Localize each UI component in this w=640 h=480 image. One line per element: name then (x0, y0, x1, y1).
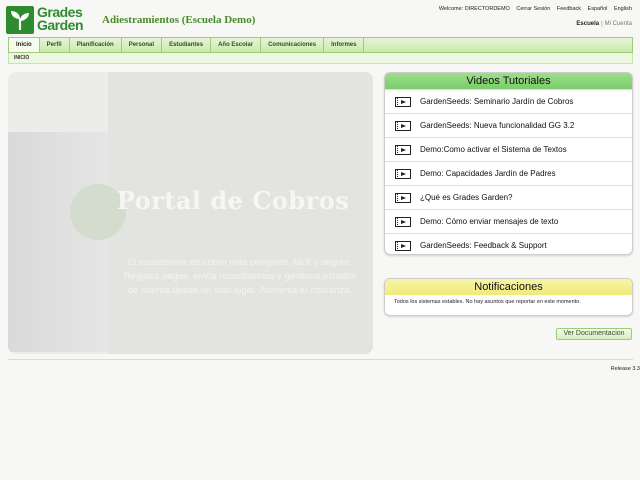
video-item[interactable]: GardenSeeds: Feedback & Support (385, 233, 632, 254)
spanish-link[interactable]: Español (588, 6, 608, 12)
context-links: Escuela | Mi Cuenta (576, 21, 632, 27)
video-item[interactable]: Demo:Como activar el Sistema de Textos (385, 137, 632, 161)
video-icon (395, 144, 411, 155)
video-label[interactable]: Demo:Como activar el Sistema de Textos (420, 145, 567, 154)
video-item[interactable]: GardenSeeds: Nueva funcionalidad GG 3.2 (385, 113, 632, 137)
view-documentation-button[interactable]: Ver Documentacion (556, 328, 632, 340)
videos-panel-title: Videos Tutoriales (385, 73, 632, 89)
top-links: Welcome: DIRECTORDEMO Cerrar Sesión Feed… (434, 6, 632, 12)
main-nav: Inicio Perfil Planificación Personal Est… (8, 37, 633, 53)
nav-item-estudiantes[interactable]: Estudiantes (162, 38, 212, 52)
nav-item-comunicaciones[interactable]: Comunicaciones (261, 38, 325, 52)
nav-item-informes[interactable]: Informes (324, 38, 365, 52)
feedback-link[interactable]: Feedback (557, 6, 581, 12)
banner-phone-image (8, 132, 108, 352)
school-link[interactable]: Escuela (576, 21, 599, 27)
video-icon (395, 240, 411, 251)
nav-item-ano-escolar[interactable]: Año Escolar (211, 38, 262, 52)
video-item[interactable]: Demo: Capacidades Jardín de Padres (385, 161, 632, 185)
grades-garden-logo[interactable]: Grades Garden (6, 5, 94, 34)
video-label[interactable]: GardenSeeds: Seminario Jardín de Cobros (420, 97, 573, 106)
video-icon (395, 192, 411, 203)
logout-link[interactable]: Cerrar Sesión (516, 6, 550, 12)
nav-item-perfil[interactable]: Perfil (40, 38, 70, 52)
notification-message: Todos los sistemas estables. No hay asun… (394, 299, 581, 305)
video-icon (395, 96, 411, 107)
video-item[interactable]: ¿Qué es Grades Garden? (385, 185, 632, 209)
breadcrumb: INICIO (14, 55, 30, 61)
video-icon (395, 120, 411, 131)
nav-item-inicio[interactable]: Inicio (9, 38, 40, 52)
my-account-link[interactable]: Mi Cuenta (605, 21, 632, 27)
nav-item-planificacion[interactable]: Planificación (70, 38, 122, 52)
video-icon (395, 168, 411, 179)
breadcrumb-bar: INICIO (8, 53, 633, 64)
notifications-panel: Notificaciones Todos los sistemas establ… (384, 278, 633, 316)
context-separator: | (601, 21, 603, 27)
portal-cobros-banner[interactable]: Portal de Cobros El ecosistema de cobro … (8, 72, 373, 354)
welcome-text: Welcome: DIRECTORDEMO (438, 6, 510, 12)
videos-panel: Videos Tutoriales GardenSeeds: Seminario… (384, 72, 633, 255)
english-link[interactable]: English (614, 6, 632, 12)
logo-line-2: Garden (37, 17, 84, 33)
video-label[interactable]: GardenSeeds: Nueva funcionalidad GG 3.2 (420, 121, 574, 130)
video-item[interactable]: GardenSeeds: Seminario Jardín de Cobros (385, 89, 632, 113)
school-title: Adiestramientos (Escuela Demo) (102, 14, 256, 26)
video-label[interactable]: Demo: Cómo enviar mensajes de texto (420, 217, 558, 226)
video-label[interactable]: Demo: Capacidades Jardín de Padres (420, 169, 556, 178)
footer-divider (8, 359, 633, 360)
video-icon (395, 216, 411, 227)
banner-title: Portal de Cobros (116, 186, 350, 215)
nav-item-personal[interactable]: Personal (122, 38, 163, 52)
sprout-icon (6, 6, 34, 34)
release-version: Release 3.3 (610, 366, 640, 372)
logo-wordmark: Grades Garden (37, 5, 84, 33)
video-label[interactable]: ¿Qué es Grades Garden? (420, 193, 513, 202)
header: Grades Garden Adiestramientos (Escuela D… (0, 0, 640, 38)
video-label[interactable]: GardenSeeds: Feedback & Support (420, 241, 547, 250)
video-item[interactable]: Demo: Cómo enviar mensajes de texto (385, 209, 632, 233)
notifications-panel-title: Notificaciones (385, 279, 632, 295)
banner-description: El ecosistema de cobro más completo, fác… (123, 257, 357, 296)
